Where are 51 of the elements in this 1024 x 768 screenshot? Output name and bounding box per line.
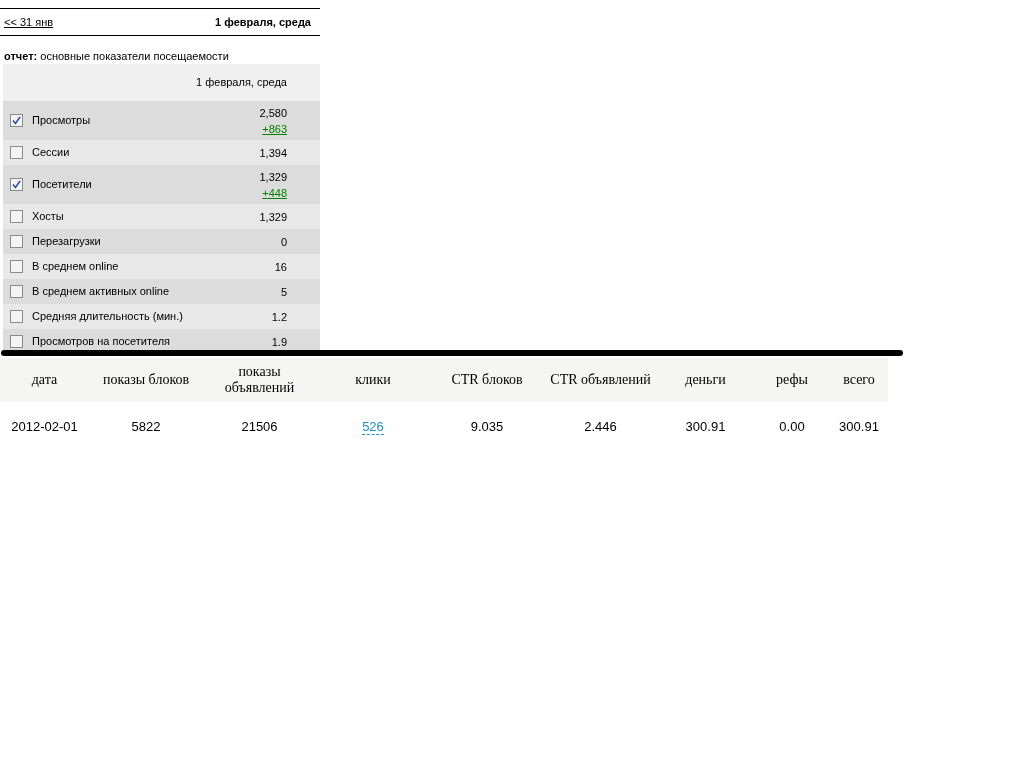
metric-value: 1.2 (271, 309, 287, 325)
column-header: показы объявлений (224, 364, 295, 395)
metric-label: В среднем online (32, 259, 120, 275)
clicks-link[interactable]: 526 (362, 419, 384, 436)
report-title: отчет: основные показатели посещаемости (4, 49, 230, 64)
column-header: всего (843, 372, 875, 387)
column-header: деньги (685, 372, 726, 387)
metric-value: 16 (274, 259, 287, 275)
checkbox[interactable] (10, 335, 23, 348)
table-cell: 2.446 (584, 419, 617, 435)
change-link[interactable]: +863 (262, 120, 287, 137)
metric-label: Перезагрузки (32, 234, 102, 250)
column-header: показы блоков (102, 372, 190, 387)
checkbox[interactable] (10, 285, 23, 298)
column-header: CTR объявлений (550, 372, 651, 387)
metric-value: 1.9 (271, 334, 287, 350)
metric-value: 5 (280, 284, 287, 300)
metric-value: 0 (280, 234, 287, 250)
checkbox[interactable] (10, 146, 23, 159)
metric-label: В среднем активных online (32, 284, 171, 300)
change-link[interactable]: +448 (262, 184, 287, 201)
column-header: CTR блоков (451, 372, 523, 387)
checkbox[interactable] (10, 114, 23, 127)
metric-label: Посетители (32, 177, 93, 193)
table-cell: 21506 (241, 419, 278, 435)
table-cell: 300.91 (685, 419, 726, 435)
checkbox[interactable] (10, 260, 23, 273)
table-cell: 300.91 (839, 419, 879, 435)
checkbox[interactable] (10, 235, 23, 248)
table-cell: 0.00 (779, 419, 805, 435)
checkbox[interactable] (10, 210, 23, 223)
metric-label: Хосты (32, 209, 65, 225)
previous-day-link[interactable]: << 31 янв (4, 13, 54, 31)
column-header: дата (31, 372, 58, 387)
metric-label: Средняя длительность (мин.) (32, 309, 184, 325)
metric-label: Сессии (32, 145, 71, 161)
metric-value: 1,329 (259, 169, 287, 185)
metric-value: 1,329 (259, 209, 287, 225)
metric-value: 2,580 (259, 105, 287, 121)
column-header: рефы (776, 372, 808, 387)
metric-value: 1,394 (259, 145, 287, 161)
metric-label: Просмотров на посетителя (32, 334, 172, 350)
checkbox[interactable] (10, 310, 23, 323)
column-header: клики (355, 372, 391, 387)
metric-label: Просмотры (32, 113, 92, 129)
table-cell: 9.035 (470, 419, 504, 435)
checkbox[interactable] (10, 178, 23, 191)
table-cell: 2012-02-01 (11, 419, 78, 435)
column-header: 1 февраля, среда (196, 75, 287, 91)
current-date: 1 февраля, среда (215, 14, 311, 30)
table-cell: 5822 (131, 419, 161, 435)
